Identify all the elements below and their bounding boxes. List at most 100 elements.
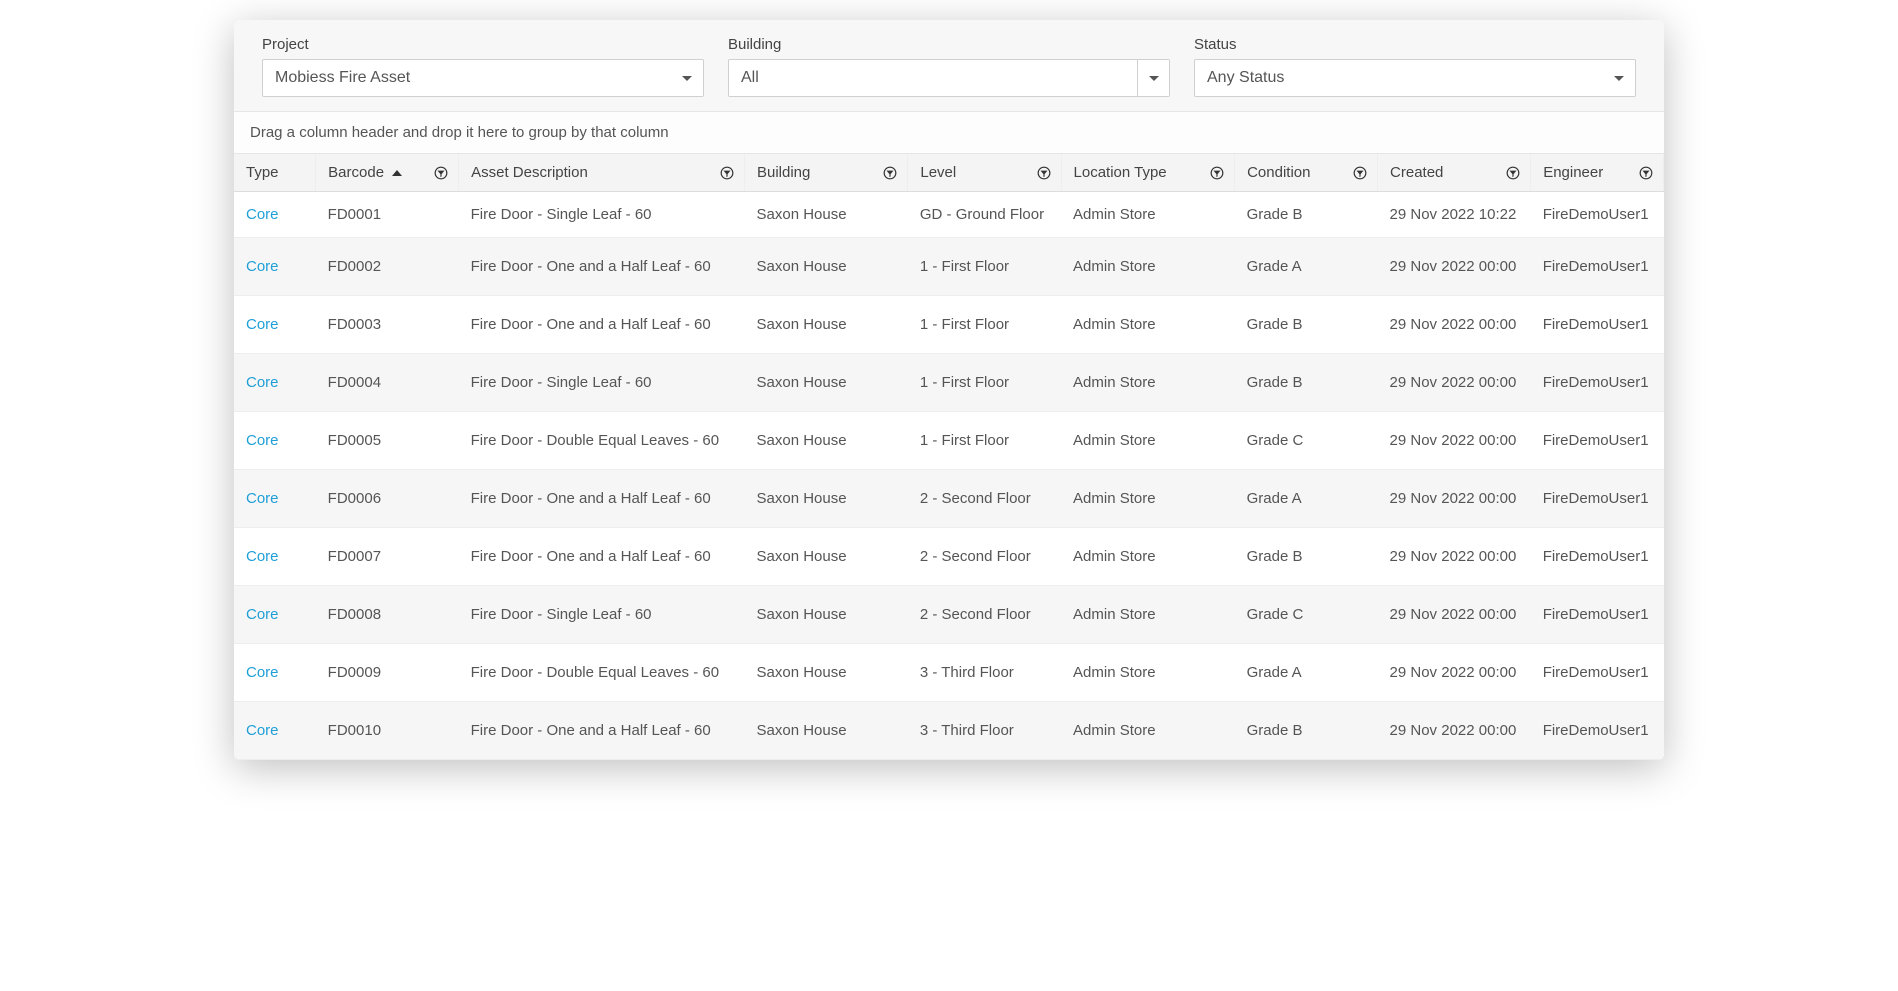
col-header-barcode[interactable]: Barcode bbox=[316, 154, 459, 192]
cell-barcode: FD0003 bbox=[316, 296, 459, 354]
cell-location-type: Admin Store bbox=[1061, 238, 1235, 296]
type-link[interactable]: Core bbox=[246, 722, 279, 739]
cell-type[interactable]: Core bbox=[234, 470, 316, 528]
cell-level: 1 - First Floor bbox=[908, 412, 1061, 470]
status-dropdown-value: Any Status bbox=[1207, 69, 1623, 87]
table-row[interactable]: CoreFD0008Fire Door - Single Leaf - 60Sa… bbox=[234, 586, 1664, 644]
table-row[interactable]: CoreFD0004Fire Door - Single Leaf - 60Sa… bbox=[234, 354, 1664, 412]
type-link[interactable]: Core bbox=[246, 548, 279, 565]
cell-type[interactable]: Core bbox=[234, 192, 316, 238]
cell-location-type: Admin Store bbox=[1061, 296, 1235, 354]
cell-level: 3 - Third Floor bbox=[908, 702, 1061, 760]
table-row[interactable]: CoreFD0002Fire Door - One and a Half Lea… bbox=[234, 238, 1664, 296]
cell-type[interactable]: Core bbox=[234, 238, 316, 296]
cell-barcode: FD0007 bbox=[316, 528, 459, 586]
cell-condition: Grade B bbox=[1235, 354, 1378, 412]
table-row[interactable]: CoreFD0005Fire Door - Double Equal Leave… bbox=[234, 412, 1664, 470]
col-header-engineer[interactable]: Engineer bbox=[1531, 154, 1664, 192]
type-link[interactable]: Core bbox=[246, 374, 279, 391]
table-row[interactable]: CoreFD0009Fire Door - Double Equal Leave… bbox=[234, 644, 1664, 702]
project-dropdown[interactable]: Mobiess Fire Asset bbox=[262, 59, 704, 97]
cell-level: 2 - Second Floor bbox=[908, 528, 1061, 586]
cell-condition: Grade B bbox=[1235, 192, 1378, 238]
cell-type[interactable]: Core bbox=[234, 702, 316, 760]
filter-icon[interactable] bbox=[881, 164, 899, 182]
table-row[interactable]: CoreFD0001Fire Door - Single Leaf - 60Sa… bbox=[234, 192, 1664, 238]
cell-condition: Grade B bbox=[1235, 702, 1378, 760]
cell-building: Saxon House bbox=[745, 586, 908, 644]
type-link[interactable]: Core bbox=[246, 490, 279, 507]
col-header-location-type[interactable]: Location Type bbox=[1061, 154, 1235, 192]
cell-asset-description: Fire Door - One and a Half Leaf - 60 bbox=[459, 296, 745, 354]
cell-barcode: FD0002 bbox=[316, 238, 459, 296]
cell-engineer: FireDemoUser1 bbox=[1531, 702, 1664, 760]
col-header-type[interactable]: Type bbox=[234, 154, 316, 192]
status-dropdown[interactable]: Any Status bbox=[1194, 59, 1636, 97]
table-row[interactable]: CoreFD0006Fire Door - One and a Half Lea… bbox=[234, 470, 1664, 528]
col-header-building[interactable]: Building bbox=[745, 154, 908, 192]
cell-level: 2 - Second Floor bbox=[908, 586, 1061, 644]
filter-icon[interactable] bbox=[1637, 164, 1655, 182]
filter-icon[interactable] bbox=[718, 164, 736, 182]
type-link[interactable]: Core bbox=[246, 258, 279, 275]
cell-barcode: FD0008 bbox=[316, 586, 459, 644]
project-dropdown-value: Mobiess Fire Asset bbox=[275, 69, 691, 87]
type-link[interactable]: Core bbox=[246, 206, 279, 223]
chevron-down-icon bbox=[1137, 60, 1169, 96]
cell-created: 29 Nov 2022 00:00 bbox=[1378, 528, 1531, 586]
cell-building: Saxon House bbox=[745, 644, 908, 702]
cell-level: 3 - Third Floor bbox=[908, 644, 1061, 702]
col-header-level[interactable]: Level bbox=[908, 154, 1061, 192]
type-link[interactable]: Core bbox=[246, 432, 279, 449]
filter-bar: Project Mobiess Fire Asset Building All … bbox=[234, 20, 1664, 112]
type-link[interactable]: Core bbox=[246, 664, 279, 681]
filter-icon[interactable] bbox=[1351, 164, 1369, 182]
filter-building: Building All bbox=[728, 36, 1170, 97]
cell-location-type: Admin Store bbox=[1061, 528, 1235, 586]
cell-created: 29 Nov 2022 00:00 bbox=[1378, 238, 1531, 296]
cell-type[interactable]: Core bbox=[234, 296, 316, 354]
cell-condition: Grade A bbox=[1235, 644, 1378, 702]
cell-condition: Grade B bbox=[1235, 296, 1378, 354]
filter-icon[interactable] bbox=[1035, 164, 1053, 182]
cell-type[interactable]: Core bbox=[234, 528, 316, 586]
col-header-label: Building bbox=[757, 164, 810, 181]
cell-type[interactable]: Core bbox=[234, 644, 316, 702]
filter-icon[interactable] bbox=[1208, 164, 1226, 182]
filter-icon[interactable] bbox=[432, 164, 450, 182]
cell-created: 29 Nov 2022 10:22 bbox=[1378, 192, 1531, 238]
cell-barcode: FD0005 bbox=[316, 412, 459, 470]
type-link[interactable]: Core bbox=[246, 606, 279, 623]
type-link[interactable]: Core bbox=[246, 316, 279, 333]
building-dropdown[interactable]: All bbox=[728, 59, 1170, 97]
cell-location-type: Admin Store bbox=[1061, 470, 1235, 528]
cell-building: Saxon House bbox=[745, 192, 908, 238]
cell-building: Saxon House bbox=[745, 470, 908, 528]
col-header-created[interactable]: Created bbox=[1378, 154, 1531, 192]
cell-level: 1 - First Floor bbox=[908, 296, 1061, 354]
cell-type[interactable]: Core bbox=[234, 412, 316, 470]
col-header-condition[interactable]: Condition bbox=[1235, 154, 1378, 192]
cell-engineer: FireDemoUser1 bbox=[1531, 528, 1664, 586]
cell-created: 29 Nov 2022 00:00 bbox=[1378, 644, 1531, 702]
cell-created: 29 Nov 2022 00:00 bbox=[1378, 470, 1531, 528]
cell-asset-description: Fire Door - Double Equal Leaves - 60 bbox=[459, 644, 745, 702]
table-row[interactable]: CoreFD0010Fire Door - One and a Half Lea… bbox=[234, 702, 1664, 760]
table-row[interactable]: CoreFD0007Fire Door - One and a Half Lea… bbox=[234, 528, 1664, 586]
col-header-label: Asset Description bbox=[471, 164, 588, 181]
cell-type[interactable]: Core bbox=[234, 586, 316, 644]
asset-grid: Type Barcode Asset Description Buil bbox=[234, 154, 1664, 760]
cell-condition: Grade A bbox=[1235, 238, 1378, 296]
cell-asset-description: Fire Door - Single Leaf - 60 bbox=[459, 354, 745, 412]
cell-building: Saxon House bbox=[745, 702, 908, 760]
cell-location-type: Admin Store bbox=[1061, 702, 1235, 760]
col-header-label: Engineer bbox=[1543, 164, 1603, 181]
cell-created: 29 Nov 2022 00:00 bbox=[1378, 296, 1531, 354]
table-row[interactable]: Core FD0003Fire Door - One and a Half Lea… bbox=[234, 296, 1664, 354]
cell-engineer: FireDemoUser1 bbox=[1531, 296, 1664, 354]
group-by-dropzone[interactable]: Drag a column header and drop it here to… bbox=[234, 112, 1664, 154]
cell-type[interactable]: Core bbox=[234, 354, 316, 412]
filter-icon[interactable] bbox=[1504, 164, 1522, 182]
cell-barcode: FD0004 bbox=[316, 354, 459, 412]
col-header-asset-description[interactable]: Asset Description bbox=[459, 154, 745, 192]
